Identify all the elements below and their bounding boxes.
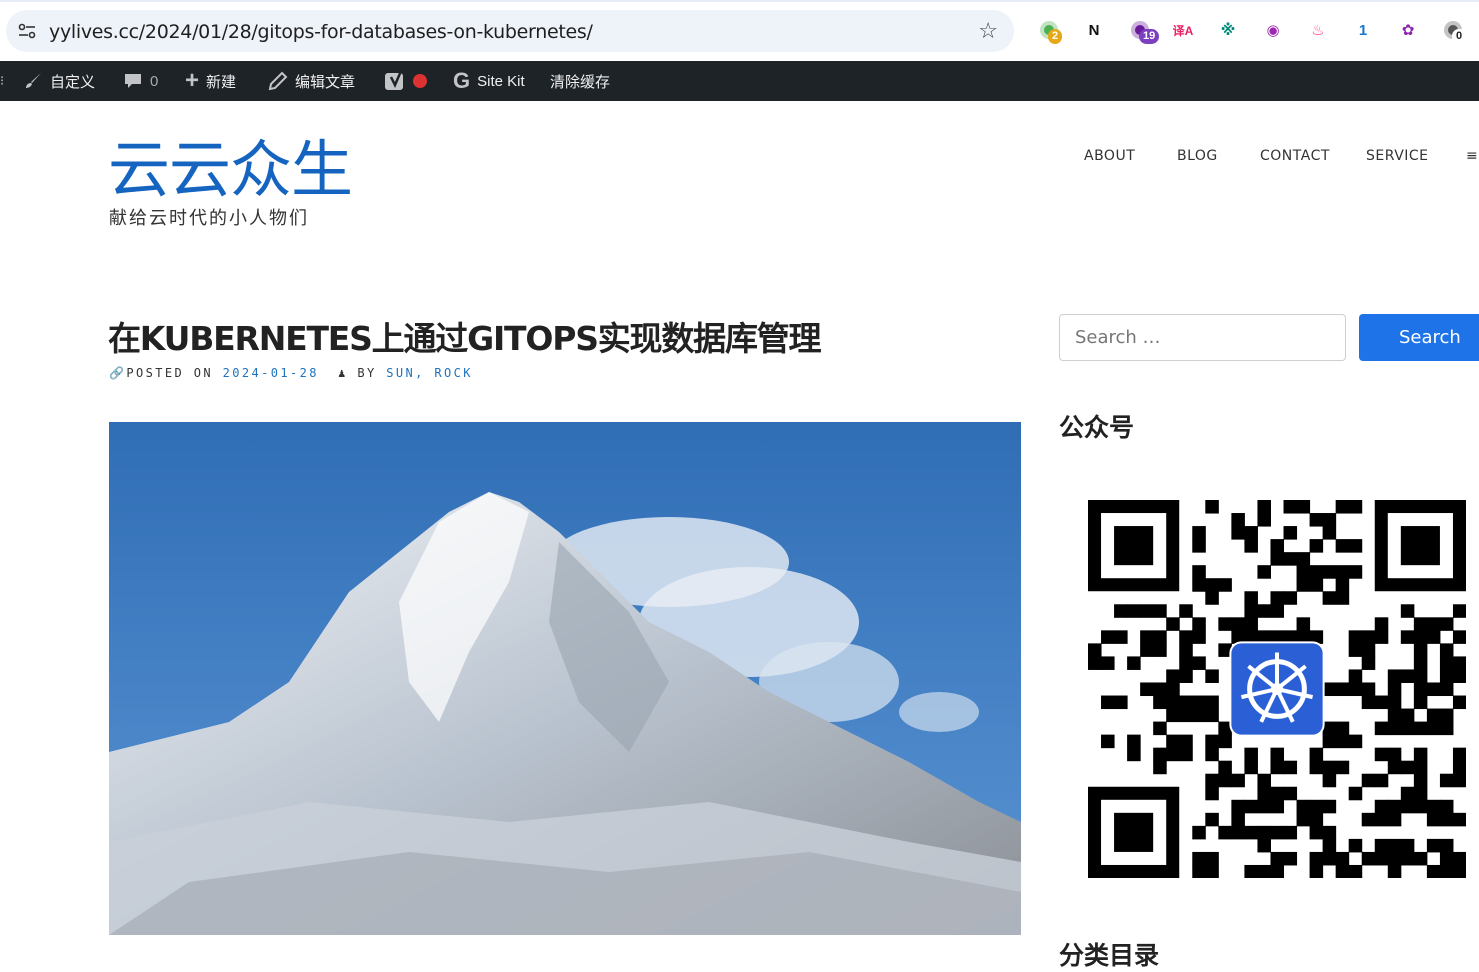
site-kit-link[interactable]: G Site Kit [453, 61, 525, 101]
tab-strip-edge [0, 0, 1479, 2]
notion-extension-icon[interactable]: N [1081, 17, 1107, 43]
extension-10-extension-icon[interactable]: 0 [1440, 17, 1467, 44]
widget-title-wechat: 公众号 [1059, 413, 1135, 442]
comments-link[interactable]: 0 [123, 61, 158, 101]
openai-extension-icon[interactable]: ✿ [1395, 17, 1421, 43]
wp-admin-bar: ⁝ 自定义 0 + 新建 编辑文章 G Site Kit 清除缓存 [0, 61, 1479, 101]
extension-7-extension-icon[interactable]: ♨ [1305, 17, 1331, 43]
bookmark-star-icon[interactable]: ☆ [978, 18, 998, 44]
comments-count: 0 [150, 72, 159, 90]
comment-bubble-icon [123, 71, 143, 91]
new-content-link[interactable]: + 新建 [185, 61, 236, 101]
search-input[interactable] [1059, 314, 1346, 361]
site-kit-label: Site Kit [477, 72, 525, 90]
link-icon: 🔗 [109, 366, 127, 380]
post-title: 在KUBERNETES上通过GITOPS实现数据库管理 [108, 319, 822, 358]
translate-extension-icon[interactable]: 译A [1170, 17, 1196, 43]
post-meta: 🔗POSTED ON 2024-01-28 ♟ BY SUN, ROCK [109, 366, 473, 380]
posted-on-label: POSTED ON [126, 366, 213, 380]
nav-menu-icon[interactable]: ≡ [1466, 148, 1478, 164]
author-link[interactable]: SUN, ROCK [386, 366, 473, 380]
yoast-icon [384, 70, 406, 92]
edit-post-link[interactable]: 编辑文章 [268, 61, 355, 101]
extension-6-extension-icon[interactable]: ◉ [1260, 17, 1286, 43]
site-description: 献给云时代的小人物们 [109, 208, 309, 229]
post-date-link[interactable]: 2024-01-28 [223, 366, 319, 380]
nav-blog[interactable]: BLOG [1177, 148, 1218, 164]
extension-1-badge: 2 [1048, 29, 1063, 44]
clear-cache-label: 清除缓存 [550, 73, 611, 91]
admin-bar-edge[interactable]: ⁝ [0, 61, 4, 101]
nav-about[interactable]: ABOUT [1084, 148, 1135, 164]
clear-cache-link[interactable]: 清除缓存 [550, 61, 610, 101]
address-bar[interactable]: yylives.cc/2024/01/28/gitops-for-databas… [6, 10, 1014, 52]
customize-label: 自定义 [50, 73, 96, 91]
by-label: BY [357, 366, 377, 380]
search-button[interactable]: Search [1359, 314, 1479, 361]
nav-service[interactable]: SERVICE [1366, 148, 1429, 164]
pencil-icon [268, 71, 288, 91]
site-title[interactable]: 云云众生 [108, 130, 353, 210]
wechat-qr-code [1088, 500, 1467, 879]
plus-icon: + [185, 67, 200, 94]
extension-5-extension-icon[interactable]: ※ [1215, 17, 1241, 43]
url-text[interactable]: yylives.cc/2024/01/28/gitops-for-databas… [49, 21, 593, 43]
nav-contact[interactable]: CONTACT [1260, 148, 1330, 164]
extension-3-extension-icon[interactable]: 19 [1127, 17, 1160, 44]
google-g-icon: G [453, 68, 471, 93]
edit-label: 编辑文章 [295, 73, 356, 91]
yoast-seo-link[interactable] [384, 61, 427, 101]
site-info-icon[interactable] [14, 18, 40, 44]
featured-image-mountain [109, 422, 1021, 935]
customize-link[interactable]: 自定义 [23, 61, 95, 101]
browser-toolbar: yylives.cc/2024/01/28/gitops-for-databas… [0, 0, 1479, 61]
new-label: 新建 [206, 73, 237, 91]
paintbrush-icon [23, 71, 43, 91]
seo-status-dot [413, 74, 427, 88]
extension-8-extension-icon[interactable]: 1 [1350, 17, 1376, 43]
author-icon: ♟ [338, 366, 348, 380]
extension-3-badge: 19 [1139, 29, 1160, 44]
widget-title-categories: 分类目录 [1059, 941, 1160, 970]
extension-1-extension-icon[interactable]: 2 [1036, 17, 1063, 44]
extension-10-badge: 0 [1452, 29, 1467, 44]
